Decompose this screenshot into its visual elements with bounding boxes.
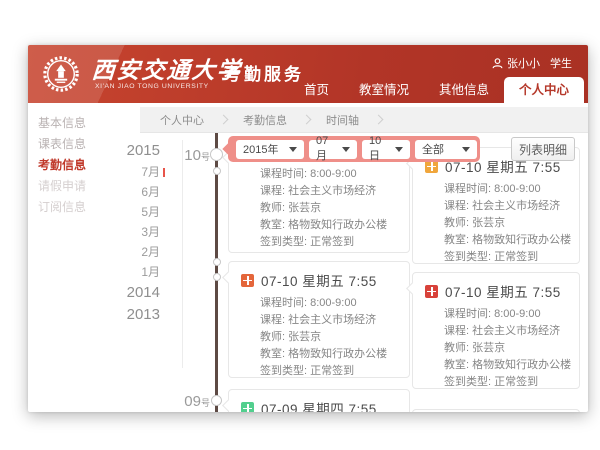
index-month-7[interactable]: 7月 [98,162,160,182]
attendance-card[interactable]: 07-10 星期五 7:55 课程时间: 8:00-9:00 课程: 社会主义市… [412,272,580,389]
timeline-node [213,258,221,266]
nav-other-info[interactable]: 其他信息 [424,77,504,103]
breadcrumb: 个人中心 考勤信息 时间轴 [140,107,588,133]
calendar-status-icon [241,274,254,287]
sidebar-item-leave-request[interactable]: 请假申请 [28,176,86,197]
list-detail-button[interactable]: 列表明细 [511,137,575,161]
scope-select[interactable]: 全部 [415,140,477,159]
breadcrumb-timeline[interactable]: 时间轴 [316,112,369,128]
card-date: 07-10 星期五 7:55 [261,270,377,290]
chevron-down-icon [342,147,350,152]
chevron-down-icon [462,147,470,152]
year-select[interactable]: 2015年 [236,140,304,159]
index-divider [182,140,183,368]
user-info[interactable]: 张小小 学生 [492,55,572,71]
sidebar-item-basic-info[interactable]: 基本信息 [28,113,86,134]
index-month-2[interactable]: 2月 [98,242,160,262]
index-month-1[interactable]: 1月 [98,262,160,282]
sidebar: 基本信息 课表信息 考勤信息 请假申请 订阅信息 [28,113,86,218]
chevron-down-icon [289,147,297,152]
chevron-right-icon [219,115,229,125]
sidebar-item-subscription[interactable]: 订阅信息 [28,197,86,218]
day-label-09: 09号 [176,393,210,411]
date-filter-bubble: 2015年 07月 10日 全部 [228,136,480,162]
app-window: 西安交通大学 XI'AN JIAO TONG UNIVERSITY 考勤服务 张… [28,45,588,412]
timeline-node [211,395,222,406]
calendar-status-icon [241,402,254,413]
attendance-card[interactable]: 07-10 星期五 7:55 课程时间: 8:00-9:00 课程: 社会主义市… [412,147,580,264]
university-name-en: XI'AN JIAO TONG UNIVERSITY [95,83,209,90]
nav-personal-center[interactable]: 个人中心 [504,77,584,103]
university-seal-logo [42,55,80,93]
card-fields: 课程时间: 8:00-9:00 课程: 社会主义市场经济 教师: 张芸京 教室:… [413,303,579,397]
attendance-card[interactable]: 07-10 星期五 7:55 课程时间: 8:00-9:00 课程: 社会主义市… [228,261,410,378]
user-role: 学生 [550,55,572,71]
month-select[interactable]: 07月 [309,140,357,159]
timeline-node [210,148,223,161]
index-month-6[interactable]: 6月 [98,182,160,202]
university-name-cn: 西安交通大学 [91,51,243,85]
nav-home[interactable]: 首页 [289,77,344,103]
main-nav: 首页 教室情况 其他信息 个人中心 [289,77,584,103]
user-name: 张小小 [507,55,540,71]
day-select[interactable]: 10日 [362,140,410,159]
attendance-card-stub[interactable] [412,409,580,412]
timeline-node [213,167,221,175]
index-month-3[interactable]: 3月 [98,222,160,242]
index-month-5[interactable]: 5月 [98,202,160,222]
chevron-down-icon [395,147,403,152]
card-date: 07-10 星期五 7:55 [445,281,561,301]
card-date: 07-09 星期四 7:55 [261,398,377,412]
calendar-status-icon [425,285,438,298]
index-year-2013[interactable]: 2013 [98,304,160,326]
card-fields: 课程时间: 8:00-9:00 课程: 社会主义市场经济 教师: 张芸京 教室:… [229,292,409,386]
nav-classrooms[interactable]: 教室情况 [344,77,424,103]
sidebar-item-timetable[interactable]: 课表信息 [28,134,86,155]
app-header: 西安交通大学 XI'AN JIAO TONG UNIVERSITY 考勤服务 张… [28,45,588,103]
chevron-right-icon [302,115,312,125]
timeline-index: 2015 7月 6月 5月 3月 2月 1月 2014 2013 [98,140,160,326]
sidebar-item-attendance[interactable]: 考勤信息 [28,155,86,176]
current-month-marker [163,168,165,177]
breadcrumb-personal-center[interactable]: 个人中心 [150,112,214,128]
day-label-10: 10号 [176,147,210,165]
chevron-right-icon [374,115,384,125]
card-fields: 课程时间: 8:00-9:00 课程: 社会主义市场经济 教师: 张芸京 教室:… [413,178,579,272]
person-icon [492,58,503,69]
attendance-card[interactable]: 07-09 星期四 7:55 [228,389,410,412]
breadcrumb-attendance-info[interactable]: 考勤信息 [233,112,297,128]
index-year-2015[interactable]: 2015 [98,140,160,162]
index-year-2014[interactable]: 2014 [98,282,160,304]
timeline-node [213,273,221,281]
